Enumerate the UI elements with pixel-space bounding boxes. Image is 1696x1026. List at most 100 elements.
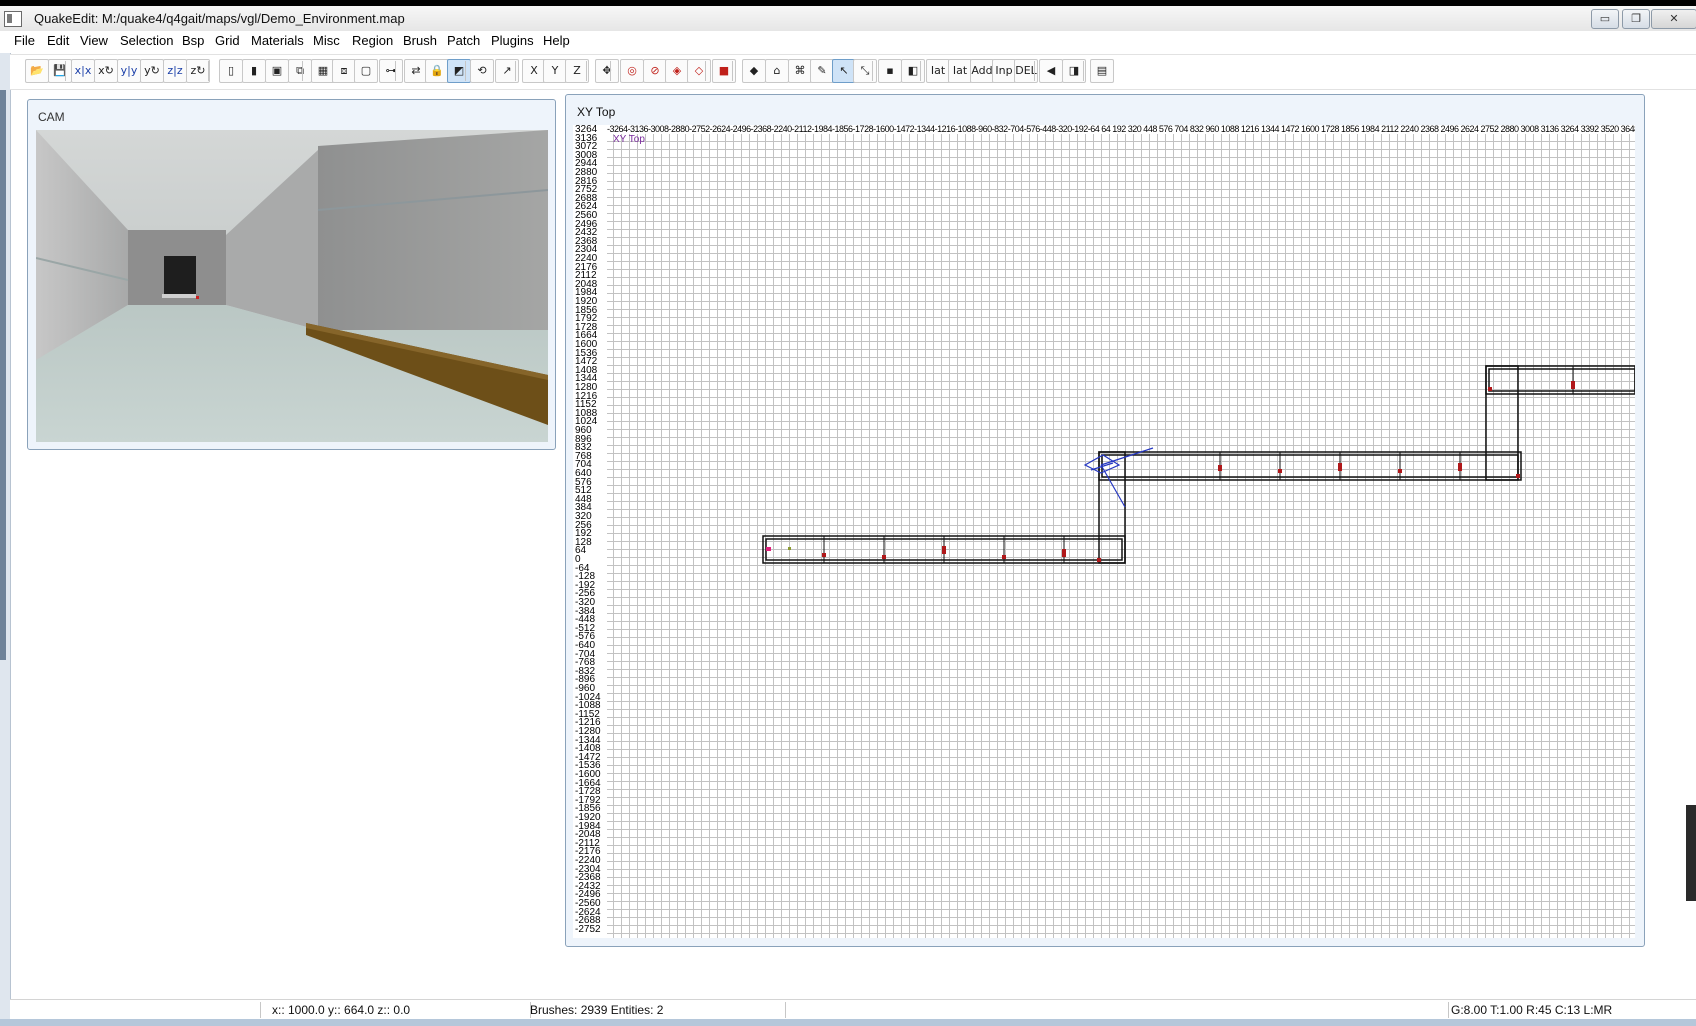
status-bar: x:: 1000.0 y:: 664.0 z:: 0.0 Brushes: 29…	[10, 999, 1696, 1020]
book-icon: ◨	[1068, 64, 1080, 77]
tool-icon-6-button[interactable]: ⤡	[853, 59, 877, 83]
toolbar-separator	[732, 61, 733, 81]
toolbar-separator	[395, 61, 396, 81]
xy-panel-title: XY Top	[577, 105, 616, 119]
move-cross-button[interactable]: ✥	[595, 59, 619, 83]
main-toolbar: 📂 💾 x|x x↻ y|y y↻ z|z z↻ ▯ ▮ ▣ ⧉ ▦ ⧈ ▢ ⊶ ⇄ 🔒 ◩ ⟲ ↗ X Y Z ✥ ◎ ⊘ ◈ ◇ ■ ◆…	[10, 54, 1696, 90]
tool-icon-1-button[interactable]: ◆	[742, 59, 766, 83]
camera-move-button[interactable]: ⟲	[470, 59, 494, 83]
select-touching-button[interactable]: ⧈	[332, 59, 356, 83]
patch-icon-3-button[interactable]: ◈	[665, 59, 689, 83]
tool-icon-3: ⌘	[794, 64, 806, 77]
tool-icon-11: Add	[971, 64, 993, 77]
view-swap-icon: ⇄	[411, 64, 421, 77]
patch-icon-1-button[interactable]: ◎	[620, 59, 644, 83]
select-touching-icon: ⧈	[340, 64, 348, 77]
z-axis-rotate-button[interactable]: z↻	[186, 59, 210, 83]
speaker-button[interactable]: ◀	[1039, 59, 1063, 83]
camera-move-icon: ⟲	[477, 64, 487, 77]
menu-edit[interactable]: Edit	[47, 33, 69, 48]
menu-selection[interactable]: Selection	[120, 33, 173, 48]
status-divider	[785, 1002, 786, 1018]
camera-viewport[interactable]	[36, 130, 548, 442]
x-axis-rotate-icon: x↻	[98, 64, 114, 77]
y-axis-ruler: 3264 3136 3072 3008 2944 2880 2816 2752 2688 2624…	[573, 125, 607, 938]
y-tick-label: -2752	[575, 923, 601, 935]
camera-scene	[36, 130, 548, 442]
patch-icon-4: ◇	[694, 64, 704, 77]
y-axis-rotate-icon: y↻	[144, 64, 160, 77]
select-partial-button[interactable]: ▢	[354, 59, 378, 83]
speaker-icon: ◀	[1046, 64, 1056, 77]
patch-icon-4-button[interactable]: ◇	[687, 59, 711, 83]
menu-file[interactable]: File	[14, 33, 35, 48]
csg-merge-button[interactable]: ▣	[265, 59, 289, 83]
monitor-button[interactable]: ▤	[1090, 59, 1114, 83]
csg-subtract-button[interactable]: ▮	[242, 59, 266, 83]
status-grid-info: G:8.00 T:1.00 R:45 C:13 L:MR	[1451, 1003, 1613, 1017]
status-divider	[260, 1002, 261, 1018]
tool-icon-3-button[interactable]: ⌘	[788, 59, 812, 83]
tool-icon-2-button[interactable]: ⌂	[765, 59, 789, 83]
menu-region[interactable]: Region	[352, 33, 393, 48]
tool-icon-4: ✎	[817, 64, 827, 77]
menu-misc[interactable]: Misc	[313, 33, 340, 48]
tool-icon-9-button[interactable]: Iat	[926, 59, 950, 83]
clone-button[interactable]: ⧉	[288, 59, 312, 83]
menu-plugins[interactable]: Plugins	[491, 33, 534, 48]
app-icon[interactable]	[4, 11, 22, 27]
csg-merge-icon: ▣	[271, 64, 283, 77]
menu-bsp[interactable]: Bsp	[182, 33, 204, 48]
x-axis-ruler: -3264-3136-3008-2880-2752-2624-2496-2368…	[607, 125, 1635, 134]
tool-icon-7: ▪	[886, 64, 894, 77]
xy-top-viewport[interactable]: -3264-3136-3008-2880-2752-2624-2496-2368…	[573, 125, 1635, 938]
tool-icon-8: ◧	[907, 64, 919, 77]
texture-lock-button[interactable]: 🔒	[425, 59, 449, 83]
tool-icon-12: Inp	[995, 64, 1013, 77]
tool-icon-12-button[interactable]: Inp	[992, 59, 1016, 83]
menu-grid[interactable]: Grid	[215, 33, 240, 48]
status-counts: Brushes: 2939 Entities: 2	[530, 1003, 664, 1017]
menu-materials[interactable]: Materials	[251, 33, 304, 48]
x-axis-flip-button[interactable]: x|x	[71, 59, 95, 83]
view-orientation-label: XY Top	[613, 134, 645, 145]
x-axis-rotate-button[interactable]: x↻	[94, 59, 118, 83]
texture-lock-icon: 🔒	[430, 64, 444, 77]
tool-icon-9: Iat	[930, 64, 946, 77]
csg-hollow-button[interactable]: ▯	[219, 59, 243, 83]
menu-view[interactable]: View	[80, 33, 108, 48]
y-axis-flip-button[interactable]: y|y	[117, 59, 141, 83]
tool-icon-4-button[interactable]: ✎	[810, 59, 834, 83]
y-axis-flip-icon: y|y	[120, 64, 138, 77]
close-icon: ✕	[1669, 13, 1679, 25]
y-axis-rotate-button[interactable]: y↻	[140, 59, 164, 83]
window-title: QuakeEdit: M:/quake4/q4gait/maps/vgl/Dem…	[34, 11, 405, 26]
z-axis-flip-button[interactable]: z|z	[163, 59, 187, 83]
tool-icon-10: Iat	[952, 64, 968, 77]
entity-tree-button[interactable]: ⊶	[379, 59, 403, 83]
tool-icon-8-button[interactable]: ◧	[901, 59, 925, 83]
desktop-left-strip	[0, 6, 11, 1026]
save-button[interactable]: 💾	[48, 59, 72, 83]
open-file-icon: 📂	[30, 64, 44, 77]
tool-icon-7-button[interactable]: ▪	[878, 59, 902, 83]
patch-icon-1: ◎	[627, 64, 637, 77]
minimize-button[interactable]: ▭	[1591, 9, 1619, 29]
xy-map-drawing	[762, 365, 1635, 564]
patch-icon-2-button[interactable]: ⊘	[643, 59, 667, 83]
restore-button[interactable]: ❐	[1622, 9, 1650, 29]
tool-icon-10-button[interactable]: Iat	[948, 59, 972, 83]
menu-help[interactable]: Help	[543, 33, 570, 48]
view-y-button[interactable]: Y	[543, 59, 567, 83]
menu-brush[interactable]: Brush	[403, 33, 437, 48]
toolbar-separator	[208, 61, 209, 81]
tool-icon-11-button[interactable]: Add	[970, 59, 994, 83]
left-dock-bar	[0, 90, 6, 660]
csg-hollow-icon: ▯	[227, 64, 235, 77]
cubic-clip-button[interactable]: ◩	[447, 59, 471, 83]
close-button[interactable]: ✕	[1651, 9, 1696, 29]
menu-patch[interactable]: Patch	[447, 33, 480, 48]
toolbar-separator	[586, 61, 587, 81]
open-file-button[interactable]: 📂	[25, 59, 49, 83]
window-titlebar: QuakeEdit: M:/quake4/q4gait/maps/vgl/Dem…	[0, 6, 1696, 32]
